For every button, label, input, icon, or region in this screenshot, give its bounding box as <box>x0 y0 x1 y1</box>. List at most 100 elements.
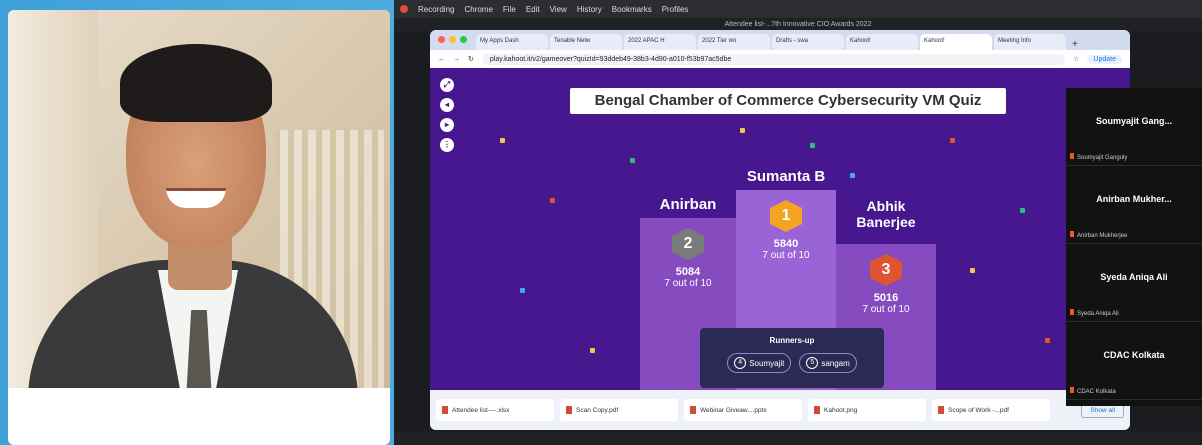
close-icon[interactable] <box>438 36 445 43</box>
back-icon[interactable]: ← <box>438 56 445 63</box>
menu-bookmarks[interactable]: Bookmarks <box>612 5 652 14</box>
file-icon <box>814 406 820 414</box>
bookmark-star-icon[interactable]: ☆ <box>1073 55 1079 63</box>
menu-view[interactable]: View <box>550 5 567 14</box>
participant-label: Anirban Mukherjee <box>1070 231 1127 239</box>
address-bar: ← → ↻ play.kahoot.it/v2/gameover?quizId=… <box>430 50 1130 68</box>
forward-icon[interactable]: → <box>453 56 460 63</box>
download-filename: Attendee list----.xlsx <box>452 406 510 414</box>
download-item[interactable]: Webinar Giveaw....pptx <box>684 399 802 421</box>
bronze-medal-icon: 3 <box>870 254 902 286</box>
second-place-score: 5084 <box>675 266 701 278</box>
zoom-toolbar <box>394 432 1202 445</box>
first-place-correct: 7 out of 10 <box>762 250 810 261</box>
back-arrow-icon[interactable]: ◂ <box>440 98 454 112</box>
participant-tile[interactable]: Soumyajit Gang... Soumyajit Ganguly <box>1066 88 1202 166</box>
participant-name: Syeda Aniqa Ali <box>1100 272 1168 282</box>
zoom-screen-share: Recording Chrome File Edit View History … <box>394 0 1202 445</box>
download-filename: Webinar Giveaw....pptx <box>700 406 767 414</box>
tab-kahoot-1[interactable]: Kahoot! <box>846 34 918 50</box>
confetti <box>850 173 855 178</box>
participant-name: Anirban Mukher... <box>1096 194 1172 204</box>
file-icon <box>938 406 944 414</box>
menu-file[interactable]: File <box>503 5 516 14</box>
menu-history[interactable]: History <box>577 5 602 14</box>
runners-up-panel: Runners-up 4 Soumyajit 5 sangam <box>700 328 884 388</box>
download-filename: Kahoot.png <box>824 406 858 414</box>
participant-name: Soumyajit Gang... <box>1095 116 1172 126</box>
tab-drafts[interactable]: Drafts - swa <box>772 34 844 50</box>
download-item[interactable]: Scope of Work -...pdf <box>932 399 1050 421</box>
participant-label: Syeda Aniqa Ali <box>1070 309 1119 317</box>
download-bar: Attendee list----.xlsx Scan Copy.pdf Web… <box>430 390 1130 430</box>
runners-up-title: Runners-up <box>769 336 815 345</box>
runners-up-list: 4 Soumyajit 5 sangam <box>700 353 884 373</box>
url-field[interactable]: play.kahoot.it/v2/gameover?quizId=93ddeb… <box>481 53 1066 65</box>
skip-icon[interactable]: ▸ <box>440 118 454 132</box>
third-place-score: 5016 <box>873 292 899 304</box>
tab-tenable[interactable]: Tenable Netw <box>550 34 622 50</box>
confetti <box>970 268 975 273</box>
first-place-score: 5840 <box>773 238 799 250</box>
confetti <box>520 288 525 293</box>
runner-name: Soumyajit <box>749 358 785 368</box>
file-icon <box>690 406 696 414</box>
participant-tile[interactable]: Syeda Aniqa Ali Syeda Aniqa Ali <box>1066 244 1202 322</box>
second-place-name: Anirban <box>659 196 717 213</box>
recording-icon <box>400 5 408 13</box>
expand-icon[interactable]: ⤢ <box>440 78 454 92</box>
tab-meeting-info[interactable]: Meeting Info <box>994 34 1066 50</box>
third-place-correct: 7 out of 10 <box>862 304 910 315</box>
window-controls[interactable] <box>438 36 467 43</box>
gold-medal-icon: 1 <box>770 200 802 232</box>
runner-rank: 5 <box>806 357 819 369</box>
runner-rank: 4 <box>734 357 747 369</box>
download-item[interactable]: Attendee list----.xlsx <box>436 399 554 421</box>
file-icon <box>566 406 572 414</box>
tab-tier[interactable]: 2022 Tier wo <box>698 34 770 50</box>
speaker-photo <box>8 10 390 388</box>
confetti <box>1020 208 1025 213</box>
download-filename: Scan Copy.pdf <box>576 406 619 414</box>
new-tab-icon[interactable]: + <box>1068 39 1082 50</box>
speaker-photo-card <box>8 10 390 445</box>
participant-video-list: Soumyajit Gang... Soumyajit Ganguly Anir… <box>1066 88 1202 406</box>
kahoot-side-controls: ⤢ ◂ ▸ ⋮ <box>440 78 454 152</box>
download-item[interactable]: Scan Copy.pdf <box>560 399 678 421</box>
second-place-correct: 7 out of 10 <box>664 278 712 289</box>
tab-my-apps[interactable]: My Apps Dash <box>476 34 548 50</box>
mac-menu-bar: Recording Chrome File Edit View History … <box>394 0 1202 18</box>
menu-chrome[interactable]: Chrome <box>464 5 492 14</box>
confetti <box>550 198 555 203</box>
runner-up-item: 4 Soumyajit <box>727 353 792 373</box>
menu-edit[interactable]: Edit <box>526 5 540 14</box>
tab-kahoot-active[interactable]: Kahoot! <box>920 34 992 50</box>
download-item[interactable]: Kahoot.png <box>808 399 926 421</box>
browser-window: My Apps Dash Tenable Netw 2022 APAC H 20… <box>430 30 1130 430</box>
tab-apac[interactable]: 2022 APAC H <box>624 34 696 50</box>
download-filename: Scope of Work -...pdf <box>948 406 1009 414</box>
confetti <box>500 138 505 143</box>
update-button[interactable]: Update <box>1087 54 1122 64</box>
confetti <box>950 138 955 143</box>
runner-name: sangam <box>821 358 850 368</box>
participant-label: CDAC Kolkata <box>1070 387 1116 395</box>
runner-up-item: 5 sangam <box>799 353 857 373</box>
participant-tile[interactable]: CDAC Kolkata CDAC Kolkata <box>1066 322 1202 400</box>
confetti <box>590 348 595 353</box>
menu-profiles[interactable]: Profiles <box>662 5 689 14</box>
silver-medal-icon: 2 <box>672 228 704 260</box>
confetti <box>1045 338 1050 343</box>
reload-icon[interactable]: ↻ <box>468 55 474 63</box>
third-place-name: Abhik Banerjee <box>856 198 916 230</box>
maximize-icon[interactable] <box>460 36 467 43</box>
file-icon <box>442 406 448 414</box>
recording-label: Recording <box>418 4 455 14</box>
confetti <box>740 128 745 133</box>
person-hair <box>120 44 272 122</box>
participant-tile[interactable]: Anirban Mukher... Anirban Mukherjee <box>1066 166 1202 244</box>
minimize-icon[interactable] <box>449 36 456 43</box>
confetti <box>630 158 635 163</box>
share-icon[interactable]: ⋮ <box>440 138 454 152</box>
participant-name: CDAC Kolkata <box>1103 350 1165 360</box>
